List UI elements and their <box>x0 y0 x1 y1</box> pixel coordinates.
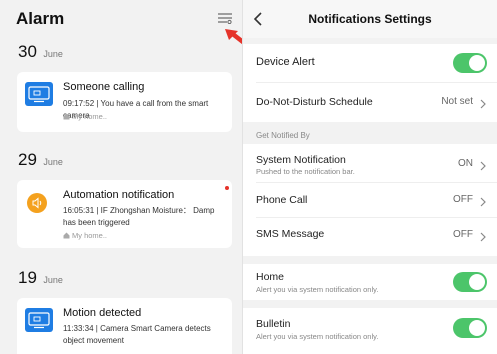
alarm-card[interactable]: Motion detected 11:33:34 | Camera Smart … <box>17 298 232 354</box>
system-notification-value: ON <box>458 158 473 169</box>
camera-device-icon <box>25 308 53 332</box>
date-header: 19 June <box>18 268 63 288</box>
speaker-icon <box>27 193 47 213</box>
home-sub: Alert you via system notification only. <box>256 285 379 294</box>
alarm-pane: Alarm 30 June Someone calling 09:17:52 |… <box>0 0 242 354</box>
settings-title: Notifications Settings <box>308 12 432 26</box>
alarm-card-title: Someone calling <box>63 81 145 93</box>
alarm-title: Alarm <box>16 9 65 28</box>
sms-label: SMS Message <box>256 228 325 240</box>
chevron-right-icon[interactable] <box>480 194 486 207</box>
settings-header: Notifications Settings <box>243 0 497 38</box>
alarm-card[interactable]: Automation notification 16:05:31 | IF Zh… <box>17 180 232 248</box>
phone-call-value: OFF <box>453 194 473 205</box>
system-notification-label: System Notification <box>256 154 346 166</box>
alarm-header: Alarm <box>0 0 242 45</box>
sms-value: OFF <box>453 229 473 240</box>
home-row: Home Alert you via system notification o… <box>243 264 497 300</box>
alarm-card-title: Automation notification <box>63 189 175 201</box>
device-alert-group: Device Alert Do-Not-Disturb Schedule Not… <box>243 44 497 122</box>
chevron-right-icon[interactable] <box>480 158 486 171</box>
chevron-right-icon[interactable] <box>480 229 486 242</box>
bulletin-row: Bulletin Alert you via system notificati… <box>243 308 497 354</box>
date-day: 29 <box>18 150 37 169</box>
filter-icon[interactable] <box>218 12 232 24</box>
alarm-card-home-label: My home.. <box>72 112 108 121</box>
home-icon <box>63 113 70 120</box>
dnd-label: Do-Not-Disturb Schedule <box>256 96 373 108</box>
alarm-card[interactable]: Someone calling 09:17:52 | You have a ca… <box>17 72 232 132</box>
notify-by-group: System Notification Pushed to the notifi… <box>243 144 497 256</box>
date-header: 30 June <box>18 42 63 62</box>
alarm-card-description: 11:33:34 | Camera Smart Camera detects o… <box>63 324 211 345</box>
chevron-right-icon[interactable] <box>480 96 486 109</box>
device-alert-label: Device Alert <box>256 56 315 68</box>
date-header: 29 June <box>18 150 63 170</box>
section-label: Get Notified By <box>256 131 310 140</box>
home-label: Home <box>256 271 285 283</box>
row-separator <box>256 82 497 83</box>
row-separator <box>256 182 497 183</box>
toggle-knob <box>469 55 485 71</box>
home-toggle[interactable] <box>453 272 487 292</box>
date-month: June <box>43 275 63 285</box>
alarm-card-home-label: My home.. <box>72 231 108 240</box>
system-notification-sub: Pushed to the notification bar. <box>256 167 355 176</box>
date-month: June <box>43 49 63 59</box>
date-day: 19 <box>18 268 37 287</box>
dnd-value: Not set <box>441 96 473 107</box>
annotation-arrow-icon <box>222 27 242 49</box>
phone-call-label: Phone Call <box>256 194 308 206</box>
unread-dot <box>225 186 229 190</box>
date-day: 30 <box>18 42 37 61</box>
alarm-card-home: My home.. <box>63 112 107 121</box>
bulletin-label: Bulletin <box>256 318 291 330</box>
toggle-knob <box>469 320 485 336</box>
camera-device-icon <box>25 82 53 106</box>
date-month: June <box>43 157 63 167</box>
toggle-knob <box>469 274 485 290</box>
settings-pane: Notifications Settings Device Alert Do-N… <box>243 0 497 354</box>
alarm-card-home: My home.. <box>63 231 107 240</box>
bulletin-toggle[interactable] <box>453 318 487 338</box>
device-alert-toggle[interactable] <box>453 53 487 73</box>
row-separator <box>256 217 497 218</box>
alarm-card-description: 16:05:31 | IF Zhongshan Moisture： Damp h… <box>63 206 215 227</box>
alarm-card-title: Motion detected <box>63 307 142 319</box>
home-icon <box>63 232 70 239</box>
bulletin-sub: Alert you via system notification only. <box>256 332 379 341</box>
